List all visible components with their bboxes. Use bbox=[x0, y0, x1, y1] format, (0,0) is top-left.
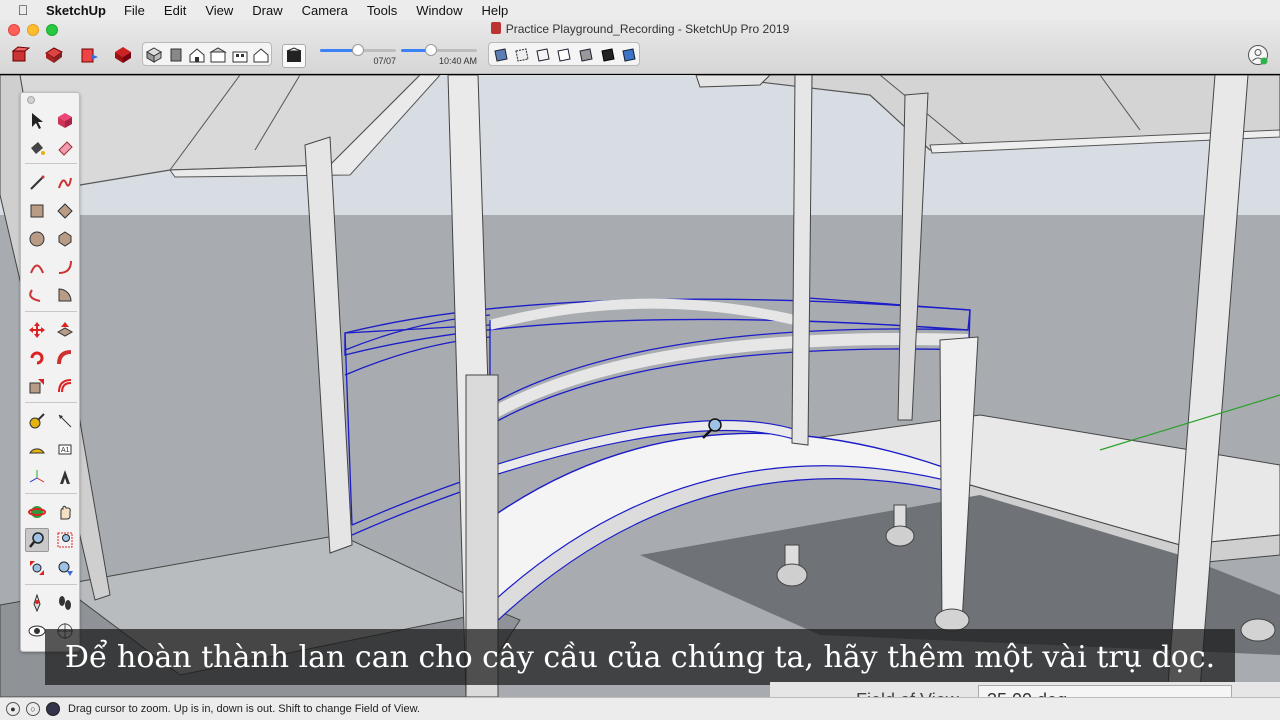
menu-window[interactable]: Window bbox=[416, 3, 462, 18]
palette-grip[interactable] bbox=[27, 96, 35, 104]
iso-view-icon[interactable] bbox=[143, 44, 165, 66]
menu-view[interactable]: View bbox=[205, 3, 233, 18]
menu-camera[interactable]: Camera bbox=[302, 3, 348, 18]
palette-separator bbox=[25, 402, 77, 403]
front-view-icon[interactable] bbox=[186, 44, 208, 66]
monochrome-style-icon[interactable] bbox=[618, 44, 640, 66]
extension-icon[interactable] bbox=[112, 44, 134, 66]
follow-me-icon[interactable] bbox=[53, 346, 77, 370]
line-icon[interactable] bbox=[25, 171, 49, 195]
zoom-extents-icon[interactable] bbox=[25, 556, 49, 580]
geo-location-icon[interactable]: ● bbox=[6, 702, 20, 716]
credits-icon[interactable]: ○ bbox=[26, 702, 40, 716]
menu-bar:  SketchUp File Edit View Draw Camera To… bbox=[0, 0, 1280, 20]
protractor-icon[interactable] bbox=[25, 437, 49, 461]
export-icon[interactable] bbox=[78, 44, 100, 66]
window-titlebar: Practice Playground_Recording - SketchUp… bbox=[0, 20, 1280, 74]
slider-knob[interactable] bbox=[352, 44, 364, 56]
rectangle-icon[interactable] bbox=[25, 199, 49, 223]
palette-separator bbox=[25, 311, 77, 312]
instructor-icon[interactable] bbox=[46, 702, 60, 716]
arc-icon[interactable] bbox=[25, 255, 49, 279]
orbit-icon[interactable] bbox=[25, 500, 49, 524]
menu-edit[interactable]: Edit bbox=[164, 3, 186, 18]
zoom-window-icon[interactable] bbox=[53, 528, 77, 552]
shaded-style-icon[interactable] bbox=[575, 44, 597, 66]
hidden-line-style-icon[interactable] bbox=[553, 44, 575, 66]
menu-file[interactable]: File bbox=[124, 3, 145, 18]
rotated-rectangle-icon[interactable] bbox=[53, 199, 77, 223]
left-view-icon[interactable] bbox=[250, 44, 272, 66]
component-make-icon[interactable] bbox=[53, 108, 77, 132]
palette-separator bbox=[25, 584, 77, 585]
rotate-icon[interactable] bbox=[25, 346, 49, 370]
menu-help[interactable]: Help bbox=[481, 3, 508, 18]
minimize-window-button[interactable] bbox=[27, 24, 39, 36]
palette-separator bbox=[25, 163, 77, 164]
window-title: Practice Playground_Recording - SketchUp… bbox=[0, 22, 1280, 36]
apple-icon[interactable]:  bbox=[0, 2, 46, 18]
materials-icon[interactable] bbox=[43, 44, 65, 66]
walk-icon[interactable] bbox=[53, 591, 77, 615]
pan-icon[interactable] bbox=[53, 500, 77, 524]
tape-measure-icon[interactable] bbox=[25, 409, 49, 433]
select-icon[interactable] bbox=[25, 108, 49, 132]
menu-tools[interactable]: Tools bbox=[367, 3, 397, 18]
window-controls bbox=[8, 24, 58, 36]
paint-bucket-icon[interactable] bbox=[25, 136, 49, 160]
video-caption: Để hoàn thành lan can cho cây cầu của ch… bbox=[45, 629, 1235, 685]
scale-icon[interactable] bbox=[25, 374, 49, 398]
previous-view-icon[interactable] bbox=[53, 556, 77, 580]
menu-draw[interactable]: Draw bbox=[252, 3, 282, 18]
two-point-arc-icon[interactable] bbox=[53, 255, 77, 279]
3d-text-icon[interactable] bbox=[53, 465, 77, 489]
component-icon[interactable] bbox=[9, 44, 31, 66]
style-preview-icon[interactable] bbox=[282, 44, 306, 68]
close-window-button[interactable] bbox=[8, 24, 20, 36]
scene-canvas[interactable] bbox=[0, 75, 1280, 697]
shadow-date-label: 07/07 bbox=[373, 56, 396, 66]
zoom-icon[interactable] bbox=[25, 528, 49, 552]
wireframe-style-icon[interactable] bbox=[532, 44, 554, 66]
shadow-time-slider[interactable]: 10:40 AM bbox=[401, 44, 477, 69]
status-message: Drag cursor to zoom. Up is in, down is o… bbox=[68, 703, 420, 715]
text-icon[interactable]: A1 bbox=[53, 437, 77, 461]
eraser-icon[interactable] bbox=[53, 136, 77, 160]
user-account-icon[interactable] bbox=[1247, 44, 1269, 66]
app-menu[interactable]: SketchUp bbox=[46, 3, 106, 18]
slider-knob[interactable] bbox=[425, 44, 437, 56]
polygon-icon[interactable] bbox=[53, 227, 77, 251]
back-edges-style-icon[interactable] bbox=[511, 44, 533, 66]
status-bar: ● ○ Drag cursor to zoom. Up is in, down … bbox=[0, 697, 1280, 720]
three-point-arc-icon[interactable] bbox=[25, 283, 49, 307]
model-viewport[interactable] bbox=[0, 75, 1280, 697]
freehand-icon[interactable] bbox=[53, 171, 77, 195]
axes-icon[interactable] bbox=[25, 465, 49, 489]
zoom-window-button[interactable] bbox=[46, 24, 58, 36]
right-view-icon[interactable] bbox=[207, 44, 229, 66]
push-pull-icon[interactable] bbox=[53, 318, 77, 342]
shadow-date-slider[interactable]: 07/07 bbox=[320, 44, 396, 69]
circle-icon[interactable] bbox=[25, 227, 49, 251]
back-view-icon[interactable] bbox=[229, 44, 251, 66]
top-view-icon[interactable] bbox=[165, 44, 187, 66]
offset-icon[interactable] bbox=[53, 374, 77, 398]
tool-palette: A1 bbox=[20, 92, 80, 652]
shadow-time-label: 10:40 AM bbox=[438, 56, 477, 66]
palette-separator bbox=[25, 493, 77, 494]
xray-style-icon[interactable] bbox=[490, 44, 512, 66]
document-icon bbox=[490, 22, 501, 34]
move-icon[interactable] bbox=[25, 318, 49, 342]
position-camera-icon[interactable] bbox=[25, 591, 49, 615]
svg-text:A1: A1 bbox=[61, 447, 70, 454]
textured-style-icon[interactable] bbox=[597, 44, 619, 66]
pie-icon[interactable] bbox=[53, 283, 77, 307]
dimension-icon[interactable] bbox=[53, 409, 77, 433]
